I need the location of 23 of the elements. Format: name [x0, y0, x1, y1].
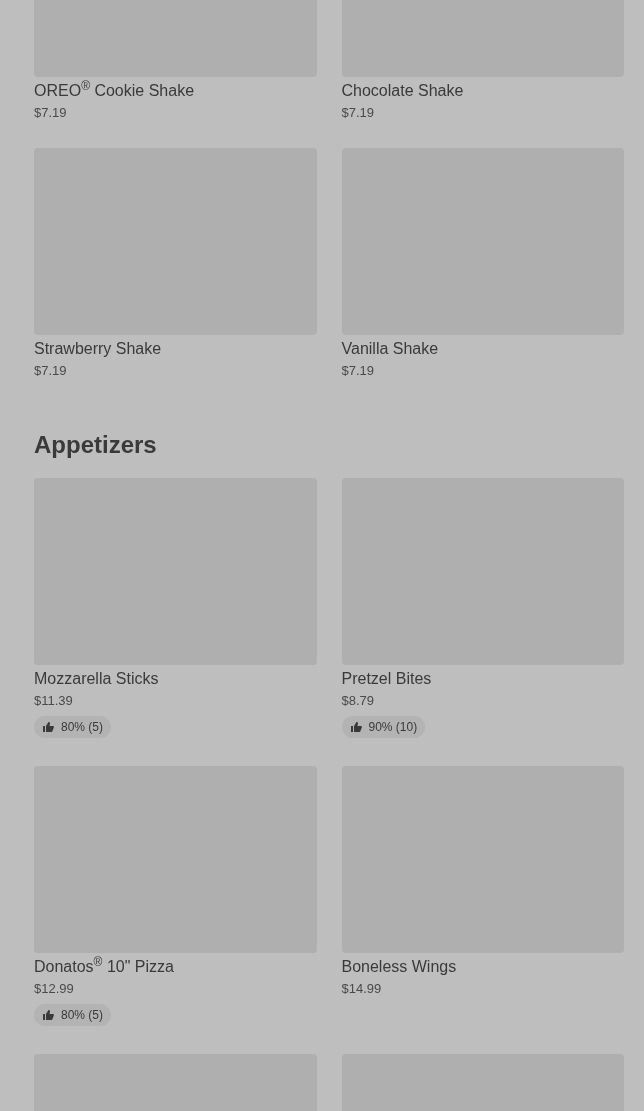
rating-text: 90% (10)	[368, 719, 418, 736]
section-heading: Appetizers	[34, 430, 158, 460]
rating-text: 80% (5)	[61, 719, 104, 736]
item-name: Strawberry Shake	[34, 339, 163, 359]
item-name: Mozzarella Sticks	[34, 669, 160, 689]
thumbs-up-icon	[349, 721, 362, 733]
item-price: $12.99	[34, 980, 75, 998]
item-price: $11.39	[34, 692, 74, 710]
item-name: Vanilla Shake	[341, 339, 440, 359]
thumbs-up-icon	[42, 1009, 54, 1021]
item-price: $14.99	[341, 980, 383, 998]
item-name: Chocolate Shake	[341, 81, 465, 101]
item-price: $7.19	[34, 104, 68, 122]
item-name: Donatos$^{®}$ 10" Pizza	[34, 957, 175, 977]
item-price: $7.19	[34, 362, 68, 380]
item-name: Pretzel Bites	[341, 669, 433, 689]
item-name: Boneless Wings	[341, 957, 458, 977]
thumbs-up-icon	[42, 721, 54, 733]
item-price: $7.19	[341, 362, 376, 380]
item-price: $8.79	[341, 692, 376, 710]
item-price: $7.19	[341, 104, 376, 122]
item-name: OREO$^{®}$ Cookie Shake	[34, 81, 196, 101]
rating-text: 80% (5)	[61, 1007, 104, 1024]
